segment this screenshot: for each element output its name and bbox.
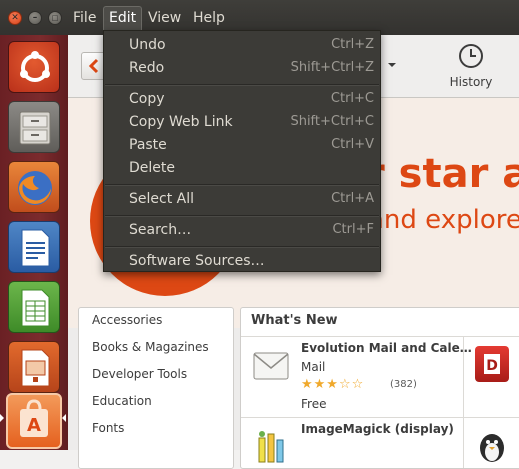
menu-separator [105,246,379,248]
file-manager-icon[interactable] [8,101,60,153]
menu-separator [105,184,379,186]
menu-item-shortcut: Ctrl+Z [331,37,374,52]
menu-item-label: Copy Web Link [129,114,233,130]
menu-item-software-sources[interactable]: Software Sources… [104,250,380,272]
category-developer-tools[interactable]: Developer Tools [92,367,187,381]
menu-item-shortcut: Ctrl+C [330,91,374,106]
app-subtitle: Mail [301,360,326,374]
libreoffice-calc-icon[interactable] [8,281,60,333]
menu-item-label: Search… [129,222,192,238]
banner-headline: r star a [365,151,519,197]
dictionary-app-icon[interactable]: D [475,346,509,382]
menu-item-label: Undo [129,37,166,53]
app-name: ImageMagick (display) [301,422,454,436]
category-books-magazines[interactable]: Books & Magazines [92,340,209,354]
menu-item-undo[interactable]: Undo Ctrl+Z [104,34,380,56]
menu-item-search[interactable]: Search… Ctrl+F [104,219,380,241]
ubuntu-dash-icon[interactable] [8,41,60,93]
clock-icon [459,44,483,68]
review-count: (382) [390,379,417,390]
chevron-down-icon [388,63,396,67]
history-label: History [449,75,493,89]
mail-app-icon [253,352,289,380]
menu-item-label: Software Sources… [129,253,265,269]
menu-item-label: Delete [129,160,175,176]
app-name: Evolution Mail and Cale… [301,341,472,355]
rating-stars-icon: ★★★☆☆ [301,377,365,392]
menu-separator [105,84,379,86]
menu-item-label: Redo [129,60,165,76]
category-education[interactable]: Education [92,394,152,408]
menu-item-shortcut: Ctrl+V [331,137,374,152]
app-tile-evolution[interactable]: Evolution Mail and Cale… Mail ★★★☆☆ (382… [241,337,472,417]
menu-item-redo[interactable]: Redo Shift+Ctrl+Z [104,57,380,79]
libreoffice-writer-icon[interactable] [8,221,60,273]
menu-item-label: Select All [129,191,194,207]
whats-new-panel: What's New Evolution Mail and Cale… Mail… [240,307,519,469]
app-price: Free [301,397,327,411]
dropdown-arrow-button[interactable] [381,52,403,78]
imagemagick-app-icon [258,431,284,463]
svg-text:D: D [486,358,498,374]
categories-panel: Accessories Books & Magazines Developer … [78,307,234,469]
menu-file[interactable]: File [68,6,101,30]
category-accessories[interactable]: Accessories [92,313,162,327]
menu-item-label: Copy [129,91,165,107]
maximize-icon[interactable]: □ [48,11,62,25]
menu-edit[interactable]: Edit [103,6,143,31]
minimize-icon[interactable]: – [28,11,42,25]
running-indicator-icon [0,414,4,422]
menu-item-copy-web-link[interactable]: Copy Web Link Shift+Ctrl+C [104,111,380,133]
menu-help[interactable]: Help [188,6,230,30]
menu-item-shortcut: Shift+Ctrl+Z [290,60,374,75]
svg-text:A: A [27,415,41,436]
firefox-icon[interactable] [8,161,60,213]
whats-new-title: What's New [251,313,338,328]
libreoffice-impress-icon[interactable] [8,341,60,393]
software-center-icon[interactable]: A [6,393,62,449]
menu-separator [105,215,379,217]
history-button[interactable]: History [440,41,502,91]
app-tile-imagemagick[interactable]: ImageMagick (display) [241,418,463,468]
menu-item-label: Paste [129,137,167,153]
menu-item-delete[interactable]: Delete [104,157,380,179]
launcher: A [0,35,68,450]
menu-item-select-all[interactable]: Select All Ctrl+A [104,188,380,210]
menu-item-shortcut: Ctrl+A [331,191,374,206]
edit-menu-dropdown: Undo Ctrl+Z Redo Shift+Ctrl+Z Copy Ctrl+… [103,30,381,272]
menu-item-shortcut: Shift+Ctrl+C [290,114,374,129]
menu-item-shortcut: Ctrl+F [332,222,374,237]
java-app-icon[interactable] [475,426,509,466]
menu-view[interactable]: View [143,6,186,30]
category-fonts[interactable]: Fonts [92,421,124,435]
focus-indicator-icon [62,414,66,422]
menu-item-copy[interactable]: Copy Ctrl+C [104,88,380,110]
close-icon[interactable]: ✕ [8,11,22,25]
banner-subheadline: and explore [368,205,519,235]
menu-item-paste[interactable]: Paste Ctrl+V [104,134,380,156]
divider [463,337,464,468]
